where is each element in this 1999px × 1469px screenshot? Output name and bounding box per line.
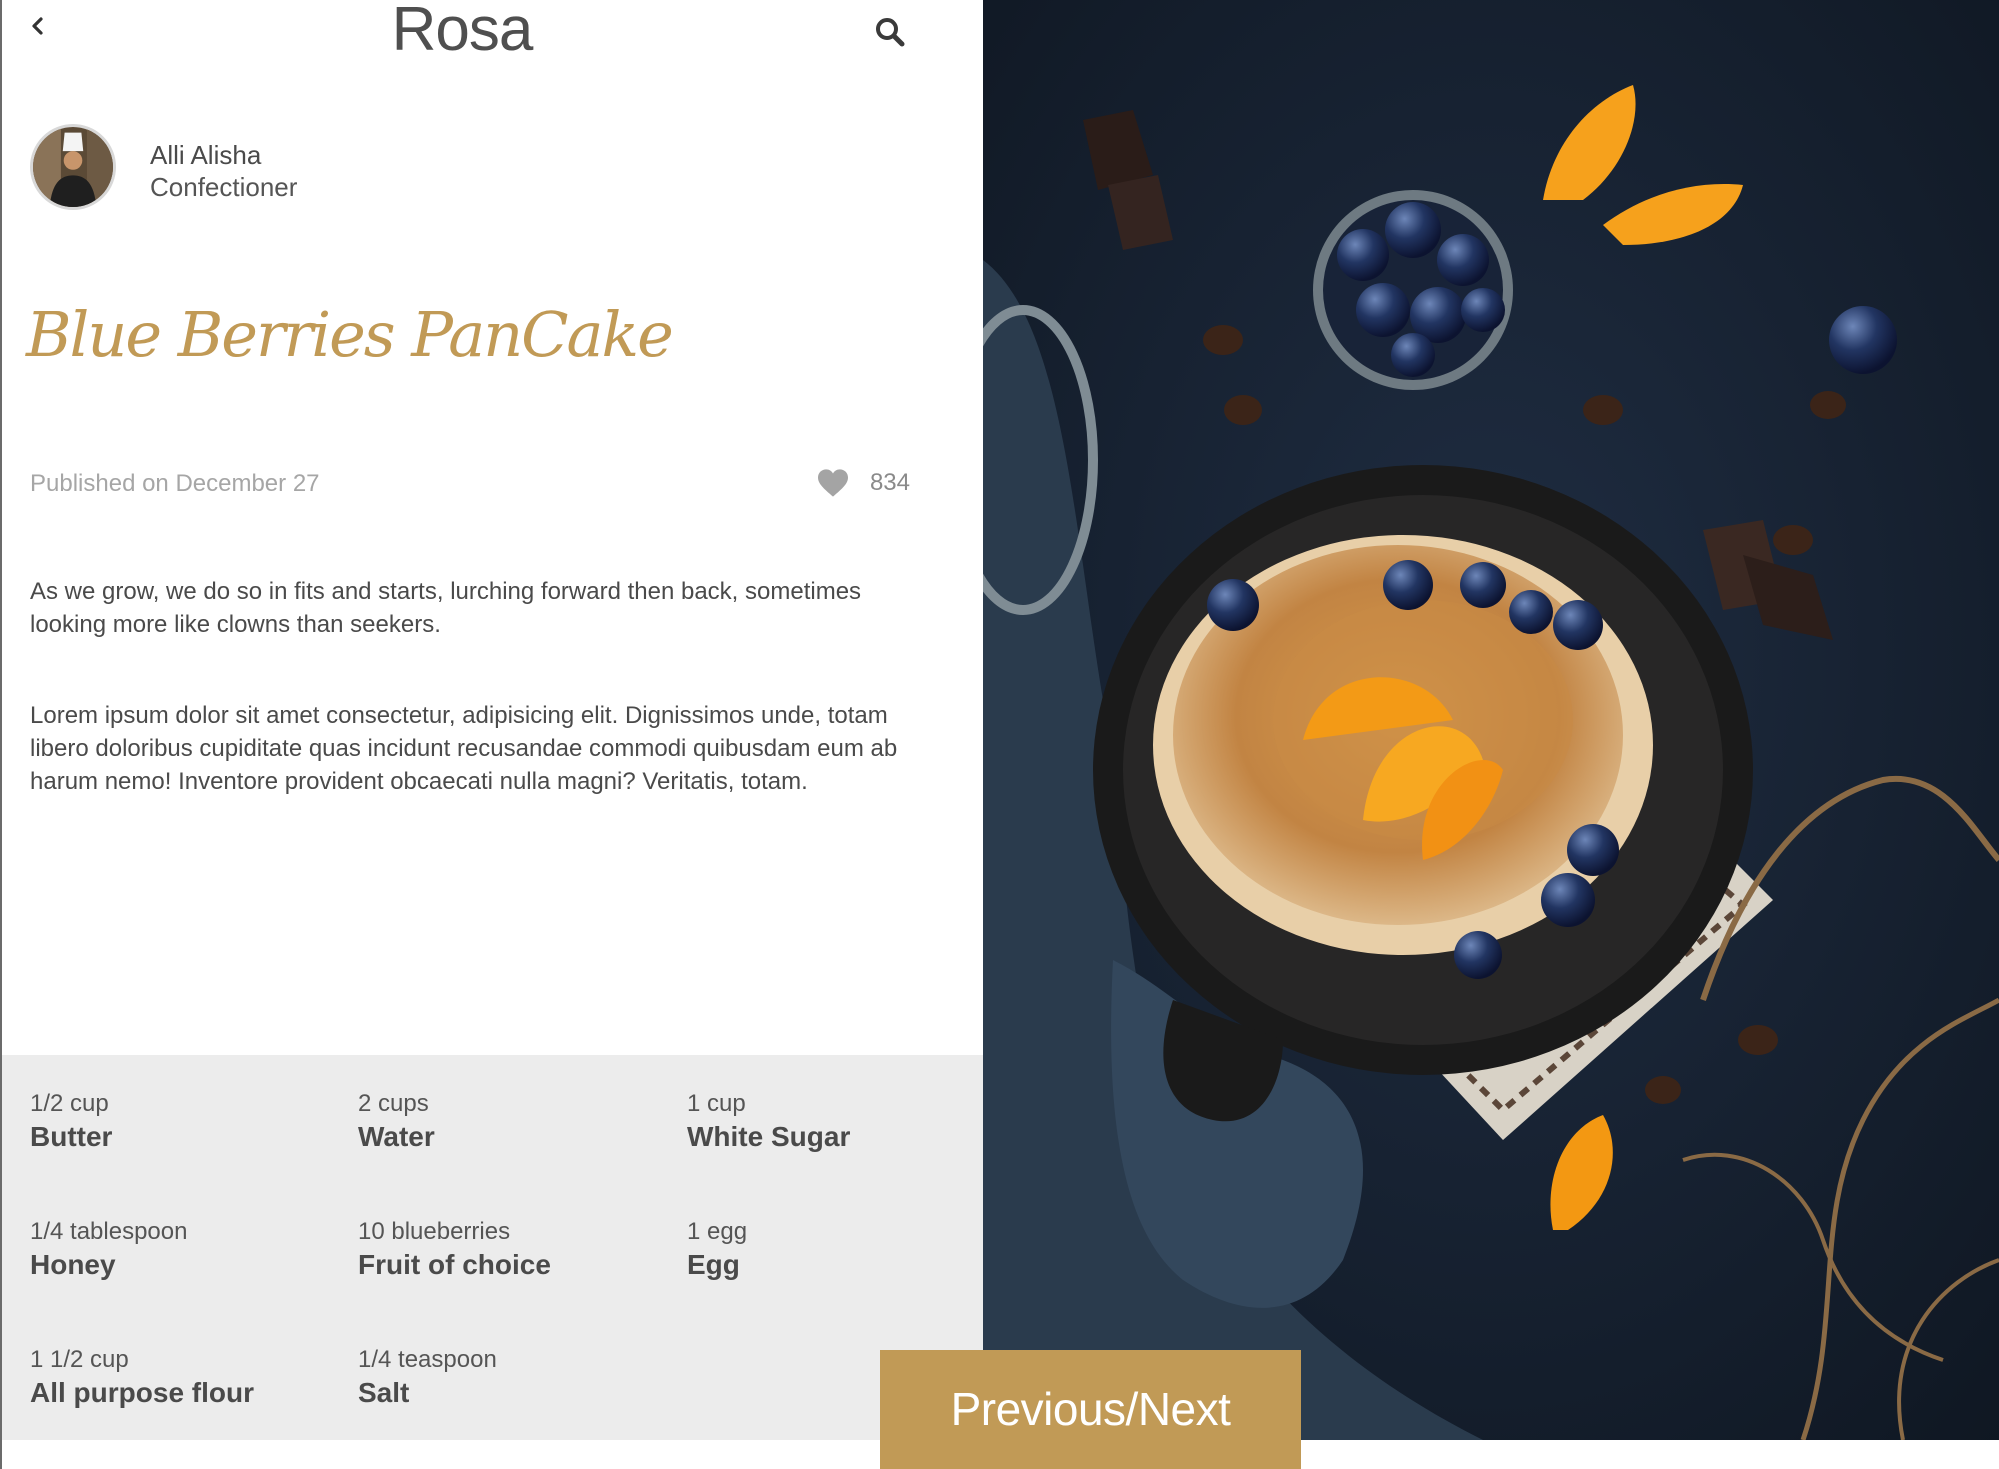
like-count: 834: [869, 469, 910, 496]
ingredient-name: Egg: [687, 1249, 740, 1280]
recipe-title: Blue Berries PanCake: [26, 298, 674, 371]
ingredient-name: All purpose flour: [30, 1377, 254, 1408]
likes: 834: [816, 468, 910, 498]
search-icon: [876, 18, 905, 47]
ingredient-item: 1/4 tablespoon Honey: [30, 1217, 350, 1283]
ingredient-item: 1/4 teaspoon Salt: [358, 1345, 678, 1411]
ingredient-name: Honey: [30, 1249, 116, 1280]
ingredient-amount: 2 cups: [358, 1090, 429, 1117]
ingredient-item: 2 cups Water: [358, 1089, 678, 1155]
heart-icon[interactable]: [816, 468, 850, 498]
ingredient-item: 1 egg Egg: [687, 1217, 1007, 1283]
ingredient-amount: 1/4 tablespoon: [30, 1218, 188, 1245]
ingredient-amount: 1/4 teaspoon: [358, 1346, 497, 1373]
ingredient-amount: 1 1/2 cup: [30, 1346, 129, 1373]
recipe-panel: Rosa Alli Alisha Confectioner Blue Berri…: [0, 0, 985, 1469]
published-date: Published on December 27: [30, 470, 320, 497]
ingredient-amount: 1 egg: [687, 1218, 748, 1245]
ingredient-name: Salt: [358, 1377, 410, 1408]
top-bar: Rosa: [2, 0, 985, 80]
meta-row: Published on December 27 834: [30, 468, 910, 506]
app-title: Rosa: [391, 0, 534, 64]
ingredient-item: 1 1/2 cup All purpose flour: [30, 1345, 350, 1411]
search-button[interactable]: [872, 14, 908, 50]
ingredients-panel: 1/2 cup Butter 2 cups Water 1 cup White …: [2, 1055, 985, 1440]
intro-paragraph: As we grow, we do so in fits and starts,…: [30, 578, 862, 638]
ingredient-item: 1/2 cup Butter: [30, 1089, 350, 1155]
ingredient-name: Butter: [30, 1121, 113, 1152]
author-name: Alli Alisha: [150, 140, 262, 170]
body-paragraph: Lorem ipsum dolor sit amet consectetur, …: [30, 702, 898, 795]
author-role: Confectioner: [150, 172, 298, 202]
ingredient-item: 10 blueberries Fruit of choice: [358, 1217, 678, 1283]
ingredient-amount: 1/2 cup: [30, 1090, 109, 1117]
ingredient-amount: 1 cup: [687, 1090, 746, 1117]
recipe-photo: [983, 0, 1999, 1440]
ingredient-name: Fruit of choice: [358, 1249, 551, 1280]
prev-next-button[interactable]: Previous/Next: [880, 1350, 1301, 1469]
ingredient-name: White Sugar: [687, 1121, 851, 1152]
ingredient-amount: 10 blueberries: [358, 1218, 511, 1245]
ingredient-item: 1 cup White Sugar: [687, 1089, 1007, 1155]
avatar[interactable]: [30, 124, 116, 210]
ingredient-name: Water: [358, 1121, 435, 1152]
